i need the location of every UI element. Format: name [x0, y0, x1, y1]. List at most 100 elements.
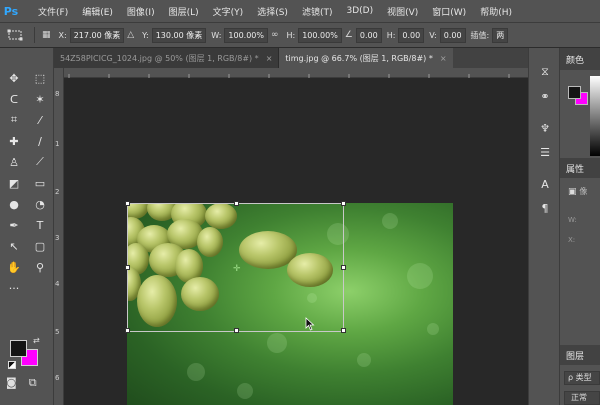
transform-tool-icon[interactable]: [0, 25, 30, 45]
y-position-field[interactable]: 130.00 像素: [151, 27, 207, 43]
bokeh-light: [427, 323, 439, 335]
actions-icon[interactable]: ⚭: [529, 84, 561, 108]
tab-label: 54Z58PICICG_1024.jpg @ 50% (图层 1, RGB/8#…: [60, 53, 259, 63]
color-panel-title: 颜色: [566, 55, 585, 66]
menu-layer[interactable]: 图层(L): [162, 5, 206, 18]
swap-colors-icon[interactable]: ⇄: [33, 336, 40, 345]
menu-3d[interactable]: 3D(D): [339, 6, 380, 16]
zoom-icon[interactable]: ⚲: [29, 257, 51, 277]
menu-file[interactable]: 文件(F): [31, 5, 75, 18]
photoshop-window: Ps 文件(F) 编辑(E) 图像(I) 图层(L) 文字(Y) 选择(S) 滤…: [0, 0, 600, 405]
menu-filter[interactable]: 滤镜(T): [295, 5, 340, 18]
reference-point-icon[interactable]: ▦: [42, 30, 51, 40]
screen-mode-icon[interactable]: ⧉: [29, 376, 37, 390]
quick-mask-icon[interactable]: ◙: [6, 376, 17, 390]
crop-icon[interactable]: ⌗: [3, 110, 25, 130]
brush-icon[interactable]: ∕: [29, 131, 51, 151]
default-colors-icon[interactable]: [8, 361, 16, 369]
menu-help[interactable]: 帮助(H): [473, 5, 519, 18]
close-icon[interactable]: ×: [266, 54, 273, 63]
color-panel-tab[interactable]: 颜色: [560, 48, 600, 70]
ruler-tick-label: 5: [55, 328, 60, 336]
hskew-label: H:: [386, 30, 396, 40]
transform-handle[interactable]: [341, 201, 346, 206]
move-icon[interactable]: ✥: [3, 68, 25, 88]
shape-icon[interactable]: ▢: [29, 236, 51, 256]
more-tools-icon[interactable]: ···: [3, 278, 25, 298]
gradient-icon[interactable]: ▭: [29, 173, 51, 193]
blank-icon[interactable]: [29, 278, 51, 298]
pixel-layer-label: 像: [579, 187, 588, 196]
eraser-icon[interactable]: ◩: [3, 173, 25, 193]
angle-field[interactable]: 0.00: [355, 27, 382, 43]
menu-view[interactable]: 视图(V): [380, 5, 425, 18]
history-icon[interactable]: ⧖: [529, 60, 561, 84]
history-brush-icon[interactable]: ⟋: [29, 152, 51, 172]
transform-handle[interactable]: [125, 265, 130, 270]
close-icon[interactable]: ×: [440, 54, 447, 63]
horizontal-ruler[interactable]: [64, 68, 528, 78]
transform-handle[interactable]: [341, 328, 346, 333]
menu-select[interactable]: 选择(S): [250, 5, 295, 18]
blend-mode-select[interactable]: 正常: [564, 391, 600, 405]
transform-handle[interactable]: [234, 201, 239, 206]
options-bar: ▦ X: 217.00 像素 △ Y: 130.00 像素 W: 100.00%…: [0, 22, 600, 48]
vertical-ruler[interactable]: 8 1 2 3 4 5 6: [54, 68, 64, 405]
w-label: W:: [211, 30, 222, 40]
tools-panel: ✥ ⬚ ᑕ ✶ ⌗ ⁄ ✚ ∕ ♙ ⟋ ◩ ▭ ● ◔ ✒ T ↖ ▢ ✋ ⚲ ··· ⇄ ◙ ⧉: [0, 48, 54, 405]
ruler-tick-label: 2: [55, 188, 60, 196]
ruler-tick-label: 1: [55, 140, 60, 148]
interpolation-select[interactable]: 两: [492, 27, 509, 43]
height-field[interactable]: 100.00%: [298, 27, 342, 43]
transform-handle[interactable]: [341, 265, 346, 270]
tab-timg[interactable]: timg.jpg @ 66.7% (图层 1, RGB/8#) * ×: [279, 48, 453, 68]
x-position-field[interactable]: 217.00 像素: [69, 27, 125, 43]
menu-edit[interactable]: 编辑(E): [75, 5, 120, 18]
paragraph-icon[interactable]: ¶: [529, 196, 561, 220]
stamp-icon[interactable]: ♙: [3, 152, 25, 172]
menu-window[interactable]: 窗口(W): [425, 5, 473, 18]
transform-handle[interactable]: [125, 201, 130, 206]
adjust-icon[interactable]: ☰: [529, 140, 561, 164]
brush-presets-icon[interactable]: ♆: [529, 116, 561, 140]
menu-bar: Ps 文件(F) 编辑(E) 图像(I) 图层(L) 文字(Y) 选择(S) 滤…: [0, 0, 600, 22]
hand-icon[interactable]: ✋: [3, 257, 25, 277]
h-label: H:: [286, 30, 296, 40]
properties-panel-tab[interactable]: 属性: [560, 158, 600, 178]
type-icon[interactable]: T: [29, 215, 51, 235]
layers-panel-tab[interactable]: 图层: [560, 345, 600, 365]
right-panels: 颜色 属性 ▣ 像 W: X: 图层 ρ 类型 正常: [560, 48, 600, 405]
healing-icon[interactable]: ✚: [3, 131, 25, 151]
blur-icon[interactable]: ●: [3, 194, 25, 214]
foreground-color-swatch[interactable]: [10, 340, 27, 357]
transform-handle[interactable]: [234, 328, 239, 333]
dodge-icon[interactable]: ◔: [29, 194, 51, 214]
path-selection-icon[interactable]: ↖: [3, 236, 25, 256]
marquee-icon[interactable]: ⬚: [29, 68, 51, 88]
layer-filter-select[interactable]: ρ 类型: [564, 371, 600, 385]
lasso-icon[interactable]: ᑕ: [3, 89, 25, 109]
ps-logo: Ps: [0, 0, 22, 22]
canvas-area[interactable]: ✛: [65, 79, 528, 405]
link-icon[interactable]: ∞: [271, 30, 279, 40]
eyedropper-icon[interactable]: ⁄: [29, 110, 51, 130]
layers-panel-title: 图层: [566, 351, 585, 362]
tab-54z58[interactable]: 54Z58PICICG_1024.jpg @ 50% (图层 1, RGB/8#…: [54, 48, 280, 68]
pen-icon[interactable]: ✒: [3, 215, 25, 235]
color-panel-foreground[interactable]: [568, 86, 581, 99]
character-icon[interactable]: A: [529, 172, 561, 196]
pixel-layer-icon: ▣ 像: [568, 187, 588, 197]
tool-grid: ✥ ⬚ ᑕ ✶ ⌗ ⁄ ✚ ∕ ♙ ⟋ ◩ ▭ ● ◔ ✒ T ↖ ▢ ✋ ⚲ ···: [0, 48, 53, 298]
color-ramp[interactable]: [590, 76, 600, 156]
hskew-field[interactable]: 0.00: [398, 27, 425, 43]
vskew-field[interactable]: 0.00: [439, 27, 466, 43]
transform-handle[interactable]: [125, 328, 130, 333]
reference-point-icon[interactable]: ✛: [233, 264, 241, 274]
mouse-cursor-icon: [305, 317, 315, 331]
menu-type[interactable]: 文字(Y): [206, 5, 251, 18]
delta-icon[interactable]: △: [127, 30, 134, 40]
width-field[interactable]: 100.00%: [224, 27, 268, 43]
panel-icon-strip: ⧖ ⚭ ♆ ☰ A ¶: [528, 48, 560, 405]
magic-wand-icon[interactable]: ✶: [29, 89, 51, 109]
menu-image[interactable]: 图像(I): [120, 5, 162, 18]
